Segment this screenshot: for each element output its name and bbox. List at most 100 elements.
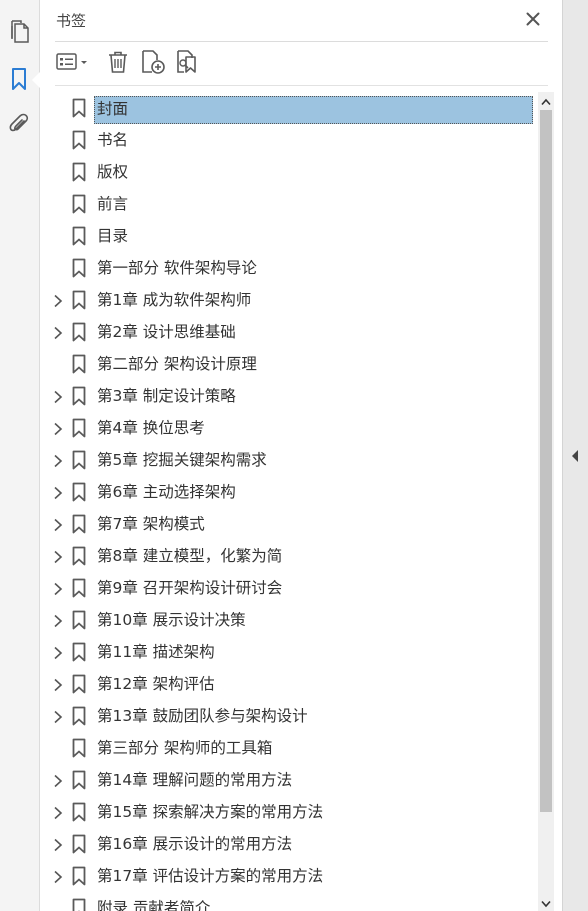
chevron-up-icon	[541, 91, 551, 110]
bookmark-row[interactable]: 第二部分 架构设计原理	[40, 348, 538, 380]
chevron-right-icon[interactable]	[51, 677, 65, 692]
bookmark-icon	[72, 194, 86, 214]
bookmark-icon	[72, 290, 86, 310]
bookmark-label: 第13章 鼓励团队参与架构设计	[97, 707, 308, 725]
bookmark-label: 第8章 建立模型，化繁为简	[97, 547, 283, 565]
bookmark-label: 第10章 展示设计决策	[97, 611, 246, 629]
bookmark-row[interactable]: 第16章 展示设计的常用方法	[40, 828, 538, 860]
bookmarks-panel-button[interactable]	[6, 68, 32, 94]
bookmark-label: 第三部分 架构师的工具箱	[97, 739, 273, 757]
bookmark-row[interactable]: 第7章 架构模式	[40, 508, 538, 540]
bookmark-row[interactable]: 封面	[40, 92, 538, 124]
chevron-right-icon[interactable]	[51, 549, 65, 564]
vertical-scrollbar[interactable]	[538, 92, 554, 911]
chevron-right-icon[interactable]	[51, 293, 65, 308]
close-panel-button[interactable]	[522, 9, 544, 31]
delete-bookmark-button[interactable]	[106, 50, 130, 78]
chevron-right-icon[interactable]	[51, 453, 65, 468]
bookmark-row[interactable]: 书名	[40, 124, 538, 156]
navigation-rail	[0, 0, 40, 911]
bookmark-label: 第7章 架构模式	[97, 515, 205, 533]
scroll-down-button[interactable]	[538, 894, 554, 910]
bookmark-label: 第4章 换位思考	[97, 419, 205, 437]
paperclip-icon	[8, 112, 30, 140]
bookmark-row[interactable]: 版权	[40, 156, 538, 188]
chevron-right-icon[interactable]	[51, 517, 65, 532]
options-menu-button[interactable]	[55, 50, 91, 78]
bookmarks-window: 书签 封面 书名 版权 前言 目录 第一部分 软件架构导论 第1章 成为软件架构…	[0, 0, 588, 911]
chevron-right-icon[interactable]	[51, 709, 65, 724]
chevron-right-icon[interactable]	[51, 869, 65, 884]
chevron-right-icon[interactable]	[51, 581, 65, 596]
bookmark-search-button[interactable]	[175, 50, 201, 78]
bookmark-label: 版权	[97, 163, 129, 181]
bookmark-row[interactable]: 附录 贡献者简介	[40, 892, 538, 911]
bookmark-row[interactable]: 第5章 挖掘关键架构需求	[40, 444, 538, 476]
bookmark-row[interactable]: 第14章 理解问题的常用方法	[40, 764, 538, 796]
bookmark-row[interactable]: 第13章 鼓励团队参与架构设计	[40, 700, 538, 732]
bookmark-row[interactable]: 第一部分 软件架构导论	[40, 252, 538, 284]
chevron-right-icon[interactable]	[51, 837, 65, 852]
bookmark-row[interactable]: 第9章 召开架构设计研讨会	[40, 572, 538, 604]
bookmark-row[interactable]: 第17章 评估设计方案的常用方法	[40, 860, 538, 892]
pages-thumbnail-button[interactable]	[6, 20, 32, 48]
pages-icon	[9, 20, 29, 48]
bookmark-row[interactable]: 第15章 探索解决方案的常用方法	[40, 796, 538, 828]
attachments-button[interactable]	[6, 113, 32, 139]
bookmark-label: 第2章 设计思维基础	[97, 323, 236, 341]
bookmark-icon	[72, 162, 86, 182]
bookmark-icon	[72, 770, 86, 790]
bookmark-label: 前言	[97, 195, 129, 213]
new-bookmark-button[interactable]	[140, 50, 166, 78]
bookmark-icon	[11, 67, 27, 95]
bookmark-icon	[72, 610, 86, 630]
bookmark-row[interactable]: 目录	[40, 220, 538, 252]
bookmark-label: 第3章 制定设计策略	[97, 387, 236, 405]
bookmark-row[interactable]: 第6章 主动选择架构	[40, 476, 538, 508]
chevron-right-icon[interactable]	[51, 325, 65, 340]
bookmark-label: 第16章 展示设计的常用方法	[97, 835, 293, 853]
caret-left-icon	[571, 447, 579, 466]
chevron-down-icon	[541, 893, 551, 911]
collapse-panel-button[interactable]	[568, 447, 582, 465]
chevron-right-icon[interactable]	[51, 805, 65, 820]
bookmark-icon	[72, 738, 86, 758]
bookmark-row[interactable]: 前言	[40, 188, 538, 220]
panel-title: 书签	[56, 12, 87, 30]
close-icon	[526, 11, 540, 30]
bookmark-row[interactable]: 第三部分 架构师的工具箱	[40, 732, 538, 764]
chevron-right-icon[interactable]	[51, 773, 65, 788]
bookmark-row[interactable]: 第11章 描述架构	[40, 636, 538, 668]
bookmark-row[interactable]: 第4章 换位思考	[40, 412, 538, 444]
bookmarks-panel: 书签 封面 书名 版权 前言 目录 第一部分 软件架构导论 第1章 成为软件架构…	[40, 0, 562, 911]
panel-header: 书签	[55, 0, 548, 42]
bookmark-row[interactable]: 第10章 展示设计决策	[40, 604, 538, 636]
bookmark-icon	[72, 322, 86, 342]
bookmark-label: 附录 贡献者简介	[97, 899, 211, 911]
bookmark-icon	[72, 226, 86, 246]
bookmark-icon	[72, 578, 86, 598]
bookmark-label: 第一部分 软件架构导论	[97, 259, 257, 277]
chevron-right-icon[interactable]	[51, 645, 65, 660]
bookmark-label: 第1章 成为软件架构师	[97, 291, 252, 309]
bookmark-label: 第6章 主动选择架构	[97, 483, 236, 501]
bookmark-icon	[72, 450, 86, 470]
scroll-up-button[interactable]	[538, 92, 554, 108]
bookmark-row[interactable]: 第1章 成为软件架构师	[40, 284, 538, 316]
bookmark-icon	[72, 834, 86, 854]
bookmark-icon	[72, 866, 86, 886]
bookmark-label: 第15章 探索解决方案的常用方法	[97, 803, 324, 821]
chevron-right-icon[interactable]	[51, 421, 65, 436]
chevron-right-icon[interactable]	[51, 389, 65, 404]
bookmark-icon	[72, 514, 86, 534]
chevron-right-icon[interactable]	[51, 485, 65, 500]
bookmark-row[interactable]: 第2章 设计思维基础	[40, 316, 538, 348]
bookmark-row[interactable]: 第12章 架构评估	[40, 668, 538, 700]
bookmark-label: 书名	[97, 131, 129, 149]
bookmark-icon	[72, 130, 86, 150]
bookmark-search-icon	[175, 49, 201, 79]
scrollbar-thumb[interactable]	[540, 110, 552, 812]
bookmark-row[interactable]: 第3章 制定设计策略	[40, 380, 538, 412]
chevron-right-icon[interactable]	[51, 613, 65, 628]
bookmark-row[interactable]: 第8章 建立模型，化繁为简	[40, 540, 538, 572]
